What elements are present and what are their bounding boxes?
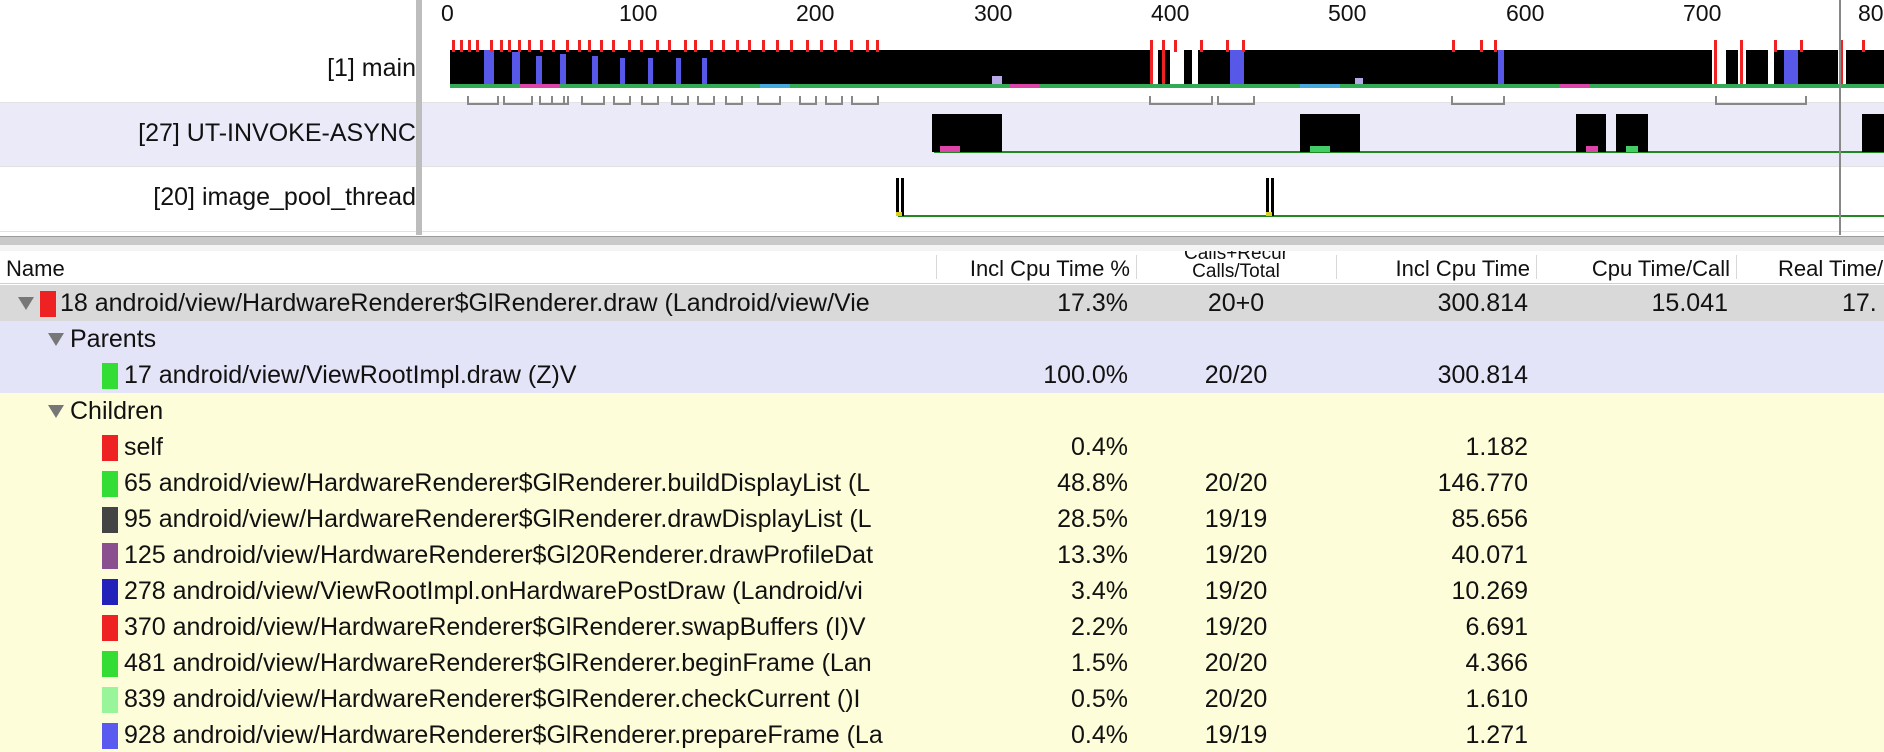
method-name: 95 android/view/HardwareRenderer$GlRende… xyxy=(124,505,872,533)
child-method-row[interactable]: 370 android/view/HardwareRenderer$GlRend… xyxy=(0,609,1884,645)
color-swatch xyxy=(102,687,118,713)
incl-cpu-time: 1.610 xyxy=(1465,685,1528,713)
column-header-calls-line2: Calls/Total xyxy=(1192,261,1280,282)
color-swatch xyxy=(102,579,118,605)
method-name: 125 android/view/HardwareRenderer$Gl20Re… xyxy=(124,541,874,569)
color-swatch xyxy=(102,507,118,533)
incl-cpu-pct: 1.5% xyxy=(1071,649,1128,677)
child-method-row[interactable]: 839 android/view/HardwareRenderer$GlRend… xyxy=(0,681,1884,717)
column-header-incl-time[interactable]: Incl Cpu Time xyxy=(1338,251,1531,283)
calls: 19/20 xyxy=(1204,541,1268,569)
calls: 20/20 xyxy=(1204,361,1268,389)
real-time: 17. xyxy=(1842,289,1877,317)
calls: 19/19 xyxy=(1204,505,1268,533)
incl-cpu-pct: 0.5% xyxy=(1071,685,1128,713)
method-name: self xyxy=(124,433,163,461)
label-splitter[interactable] xyxy=(416,0,422,235)
method-name: 481 android/view/HardwareRenderer$GlRend… xyxy=(124,649,872,677)
children-group-row[interactable]: Children xyxy=(0,393,1884,429)
incl-cpu-pct: 28.5% xyxy=(1057,505,1128,533)
calls: 20/20 xyxy=(1204,469,1268,497)
calls: 20/20 xyxy=(1204,685,1268,713)
incl-cpu-pct: 0.4% xyxy=(1071,721,1128,749)
expand-triangle-icon[interactable] xyxy=(18,297,34,310)
calls: 19/19 xyxy=(1204,721,1268,749)
child-method-row[interactable]: 95 android/view/HardwareRenderer$GlRende… xyxy=(0,501,1884,537)
column-divider[interactable] xyxy=(1736,255,1737,279)
calls: 19/20 xyxy=(1204,577,1268,605)
group-label: Children xyxy=(70,397,164,425)
incl-cpu-pct: 13.3% xyxy=(1057,541,1128,569)
color-swatch xyxy=(102,471,118,497)
expand-triangle-icon[interactable] xyxy=(48,333,64,346)
method-name: 278 android/view/ViewRootImpl.onHardware… xyxy=(124,577,863,605)
selected-method-row[interactable]: 18 android/view/HardwareRenderer$GlRende… xyxy=(0,285,1884,321)
incl-cpu-time: 300.814 xyxy=(1437,289,1528,317)
incl-cpu-pct: 2.2% xyxy=(1071,613,1128,641)
column-header-incl-pct[interactable]: Incl Cpu Time % xyxy=(938,251,1130,283)
child-method-row[interactable]: self 0.4% 1.182 xyxy=(0,429,1884,465)
method-name: 65 android/view/HardwareRenderer$GlRende… xyxy=(124,469,871,497)
incl-cpu-pct: 3.4% xyxy=(1071,577,1128,605)
color-swatch xyxy=(102,615,118,641)
color-swatch xyxy=(102,363,118,389)
column-divider[interactable] xyxy=(1336,255,1337,279)
incl-cpu-time: 10.269 xyxy=(1451,577,1528,605)
column-header-calls[interactable]: Calls+Recur Calls/Total xyxy=(1138,251,1334,283)
profile-table[interactable]: Name Incl Cpu Time % Calls+Recur Calls/T… xyxy=(0,251,1884,752)
child-method-row[interactable]: 928 android/view/HardwareRenderer$GlRend… xyxy=(0,717,1884,752)
group-label: Parents xyxy=(70,325,157,353)
incl-cpu-time: 6.691 xyxy=(1465,613,1528,641)
thread-timeline[interactable]: 0 100 200 300 400 500 600 700 80 [1] mai… xyxy=(0,0,1884,240)
child-method-row[interactable]: 481 android/view/HardwareRenderer$GlRend… xyxy=(0,645,1884,681)
incl-cpu-pct: 100.0% xyxy=(1043,361,1128,389)
thread-activity-graph[interactable] xyxy=(0,0,1884,236)
incl-cpu-time: 40.071 xyxy=(1451,541,1528,569)
async-thread-activity xyxy=(932,114,1884,153)
incl-cpu-pct: 48.8% xyxy=(1057,469,1128,497)
color-swatch xyxy=(102,651,118,677)
expand-triangle-icon[interactable] xyxy=(48,405,64,418)
color-swatch xyxy=(102,723,118,749)
method-name: 928 android/view/HardwareRenderer$GlRend… xyxy=(124,721,883,749)
column-divider[interactable] xyxy=(1536,255,1537,279)
incl-cpu-time: 300.814 xyxy=(1437,361,1528,389)
calls: 19/20 xyxy=(1204,613,1268,641)
method-name: 17 android/view/ViewRootImpl.draw (Z)V xyxy=(124,361,577,389)
method-name: 839 android/view/HardwareRenderer$GlRend… xyxy=(124,685,861,713)
parent-method-row[interactable]: 17 android/view/ViewRootImpl.draw (Z)V 1… xyxy=(0,357,1884,393)
incl-cpu-pct: 0.4% xyxy=(1071,433,1128,461)
incl-cpu-pct: 17.3% xyxy=(1057,289,1128,317)
calls xyxy=(1138,429,1334,465)
cpu-time-per-call: 15.041 xyxy=(1651,289,1728,317)
incl-cpu-time: 1.182 xyxy=(1465,433,1528,461)
parents-group-row[interactable]: Parents xyxy=(0,321,1884,357)
calls: 20/20 xyxy=(1204,649,1268,677)
column-header-cpu-per-call[interactable]: Cpu Time/Call xyxy=(1538,251,1730,283)
incl-cpu-time: 85.656 xyxy=(1451,505,1528,533)
column-divider[interactable] xyxy=(936,255,937,279)
main-thread-activity xyxy=(450,40,1884,105)
incl-cpu-time: 4.366 xyxy=(1465,649,1528,677)
child-method-row[interactable]: 65 android/view/HardwareRenderer$GlRende… xyxy=(0,465,1884,501)
incl-cpu-time: 146.770 xyxy=(1437,469,1528,497)
color-swatch xyxy=(102,435,118,461)
color-swatch xyxy=(102,543,118,569)
child-method-row[interactable]: 278 android/view/ViewRootImpl.onHardware… xyxy=(0,573,1884,609)
method-name: 370 android/view/HardwareRenderer$GlRend… xyxy=(124,613,866,641)
color-swatch xyxy=(40,291,56,317)
child-method-row[interactable]: 125 android/view/HardwareRenderer$Gl20Re… xyxy=(0,537,1884,573)
column-header-name[interactable]: Name xyxy=(6,251,926,283)
calls: 20+0 xyxy=(1207,289,1265,317)
column-header-real-time[interactable]: Real Time/ xyxy=(1778,251,1884,283)
incl-cpu-time: 1.271 xyxy=(1465,721,1528,749)
method-name: 18 android/view/HardwareRenderer$GlRende… xyxy=(60,289,870,317)
table-header: Name Incl Cpu Time % Calls+Recur Calls/T… xyxy=(0,251,1884,284)
column-divider[interactable] xyxy=(1136,255,1137,279)
image-pool-thread-activity xyxy=(896,178,1884,217)
